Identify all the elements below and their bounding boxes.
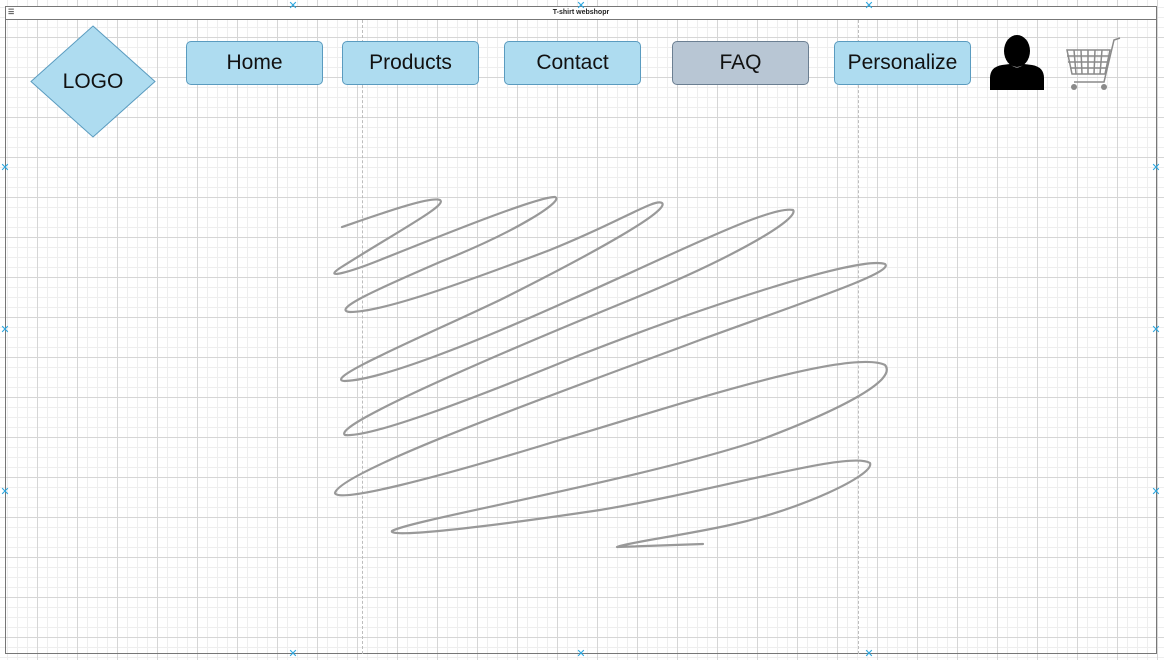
content-placeholder-scribble <box>333 195 888 549</box>
